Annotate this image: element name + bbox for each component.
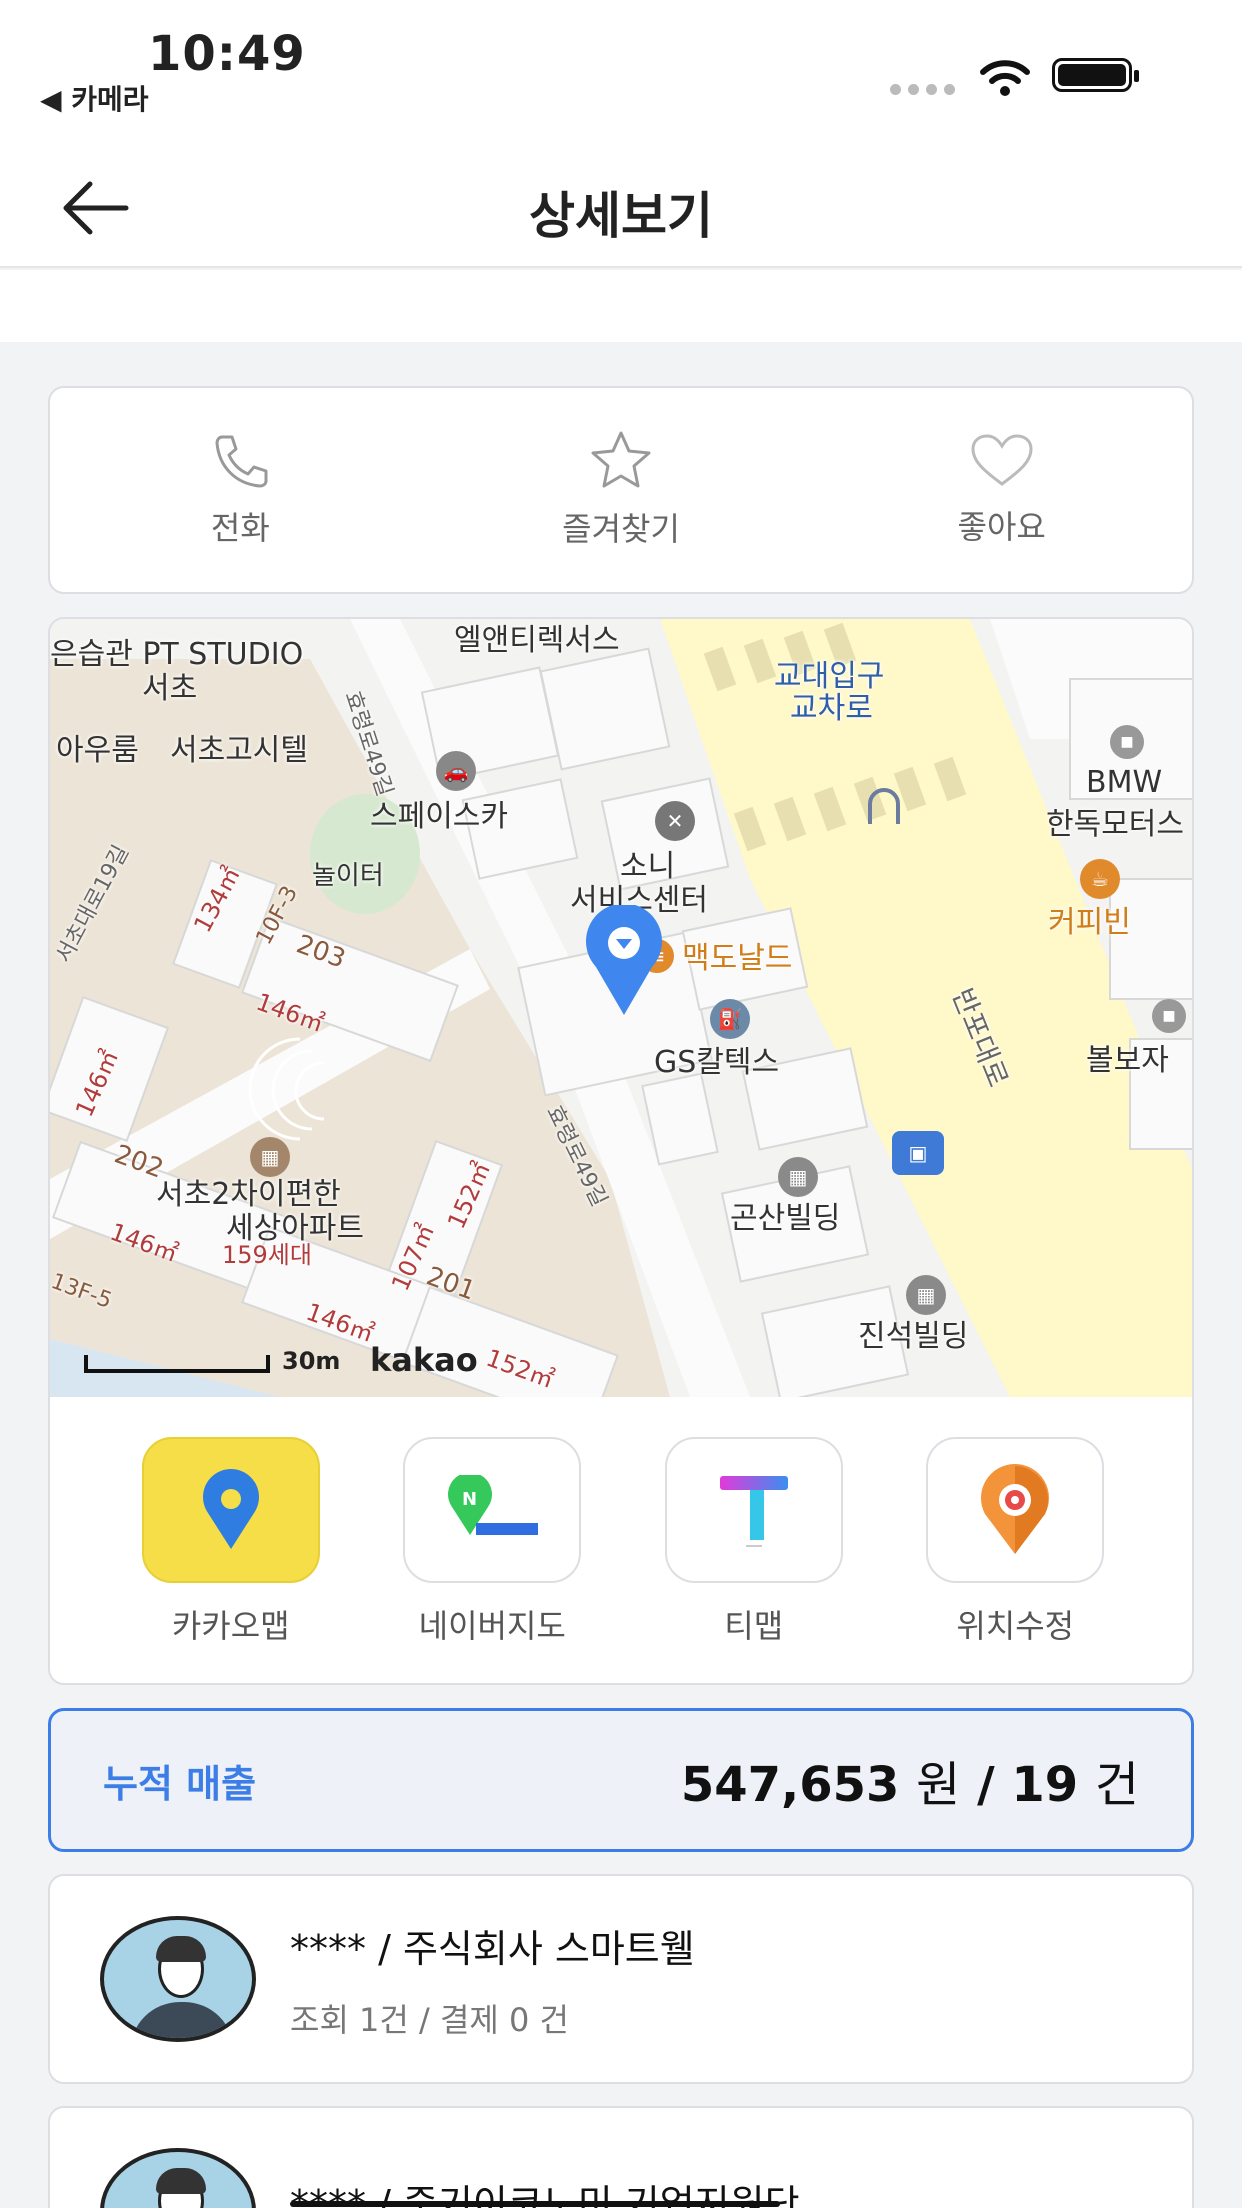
- bus-stop-icon[interactable]: ▣: [892, 1131, 944, 1175]
- battery-icon: [1052, 58, 1139, 92]
- map-label: 159세대: [222, 1241, 312, 1269]
- map-label: 한독모터스: [1046, 807, 1184, 842]
- favorite-label: 즐겨찾기: [562, 510, 680, 548]
- avatar: [100, 2148, 256, 2208]
- tmap-icon: [664, 1437, 843, 1583]
- person-stats: 조회 1건 / 결제 0 건: [290, 2000, 569, 2039]
- map-label: 엘앤티렉서스: [454, 623, 620, 658]
- sales-label: 누적 매출: [103, 1761, 257, 1806]
- map-label: 곤산빌딩: [730, 1201, 841, 1236]
- heart-icon: [971, 434, 1033, 486]
- navigation-bar: 상세보기: [0, 140, 1242, 268]
- call-label: 전화: [210, 509, 270, 547]
- signal-icon: [890, 84, 955, 95]
- building-poi-icon[interactable]: ■: [1152, 999, 1186, 1033]
- map-label: 진석빌딩: [858, 1319, 969, 1354]
- location-edit-button[interactable]: 위치수정: [926, 1437, 1105, 1683]
- sales-count-unit: 건: [1094, 1757, 1139, 1813]
- avatar: [100, 1916, 256, 2042]
- sales-summary: 누적 매출 547,653 원 / 19 건: [48, 1708, 1194, 1852]
- location-pin-icon[interactable]: [582, 905, 666, 1017]
- building-poi-icon[interactable]: ▦: [778, 1157, 818, 1197]
- map-app-row: 카카오맵 N 네이버지도 티맵 위치수정: [50, 1397, 1192, 1683]
- coffee-poi-icon[interactable]: ☕: [1080, 859, 1120, 899]
- map-scale-bar: [84, 1355, 270, 1373]
- map-view[interactable]: 🚗 ✕ ■ ☕ ≡ ⛽ ■ ▣ ▦ ▦ ▦ 은습관 PT STUDIO 서초 아…: [50, 619, 1192, 1397]
- sales-separator: /: [977, 1757, 995, 1813]
- header-spacer: [0, 270, 1242, 342]
- map-label: GS칼텍스: [654, 1045, 780, 1080]
- like-button[interactable]: 좋아요: [811, 388, 1192, 592]
- map-label: 볼보자: [1086, 1043, 1169, 1078]
- svg-text:N: N: [462, 1489, 477, 1510]
- map-label: 교차로: [790, 691, 873, 726]
- navermap-button[interactable]: N 네이버지도: [403, 1437, 582, 1683]
- status-time: 10:49: [148, 26, 306, 82]
- map-brand-logo: kakao: [370, 1341, 478, 1379]
- page-title: 상세보기: [529, 187, 713, 245]
- sales-amount: 547,653: [680, 1757, 900, 1813]
- location-edit-icon: [926, 1437, 1105, 1583]
- person-name: **** / 중기이코노미 기업지원단: [290, 2173, 800, 2208]
- building-poi-icon[interactable]: ■: [1110, 725, 1144, 759]
- sales-amount-unit: 원: [916, 1757, 961, 1813]
- like-label: 좋아요: [957, 508, 1046, 546]
- map-label: 맥도날드: [682, 941, 793, 976]
- wrench-poi-icon[interactable]: ✕: [655, 801, 695, 841]
- location-edit-label: 위치수정: [956, 1607, 1075, 1645]
- map-scale-label: 30m: [282, 1347, 341, 1375]
- person-name: **** / 주식회사 스마트웰: [290, 1926, 695, 1971]
- kakaomap-button[interactable]: 카카오맵: [141, 1437, 320, 1683]
- map-label: 스페이스카: [370, 799, 508, 834]
- star-icon: [591, 431, 651, 488]
- sales-value: 547,653 원 / 19 건: [681, 1745, 1139, 1815]
- map-label: BMW: [1086, 765, 1163, 800]
- kakaomap-icon: [141, 1437, 320, 1583]
- car-poi-icon[interactable]: 🚗: [436, 751, 476, 791]
- map-label: 서초고시텔: [170, 733, 308, 768]
- sales-count: 19: [1011, 1757, 1079, 1813]
- tmap-label: 티맵: [724, 1607, 784, 1645]
- status-bar: 10:49 ◀ 카메라: [0, 0, 1242, 140]
- wifi-icon: [980, 60, 1030, 96]
- navermap-icon: N: [403, 1437, 582, 1583]
- gas-station-icon[interactable]: ⛽: [710, 999, 750, 1039]
- map-label: 놀이터: [312, 861, 384, 891]
- phone-icon: [215, 435, 268, 488]
- call-button[interactable]: 전화: [50, 388, 431, 592]
- list-item[interactable]: **** / 중기이코노미 기업지원단: [48, 2106, 1194, 2208]
- list-item[interactable]: **** / 주식회사 스마트웰 조회 1건 / 결제 0 건: [48, 1874, 1194, 2084]
- map-label: 커피빈: [1048, 905, 1131, 940]
- favorite-button[interactable]: 즐겨찾기: [431, 388, 812, 592]
- kakaomap-label: 카카오맵: [171, 1607, 290, 1645]
- tmap-button[interactable]: 티맵: [664, 1437, 843, 1683]
- map-label: 아우룸: [56, 733, 139, 768]
- location-card: 🚗 ✕ ■ ☕ ≡ ⛽ ■ ▣ ▦ ▦ ▦ 은습관 PT STUDIO 서초 아…: [48, 617, 1194, 1685]
- building-poi-icon[interactable]: ▦: [906, 1275, 946, 1315]
- back-to-app-link[interactable]: ◀ 카메라: [40, 78, 149, 118]
- navermap-label: 네이버지도: [418, 1607, 566, 1645]
- action-bar: 전화 즐겨찾기 좋아요: [48, 386, 1194, 594]
- map-label: 서초: [142, 671, 198, 706]
